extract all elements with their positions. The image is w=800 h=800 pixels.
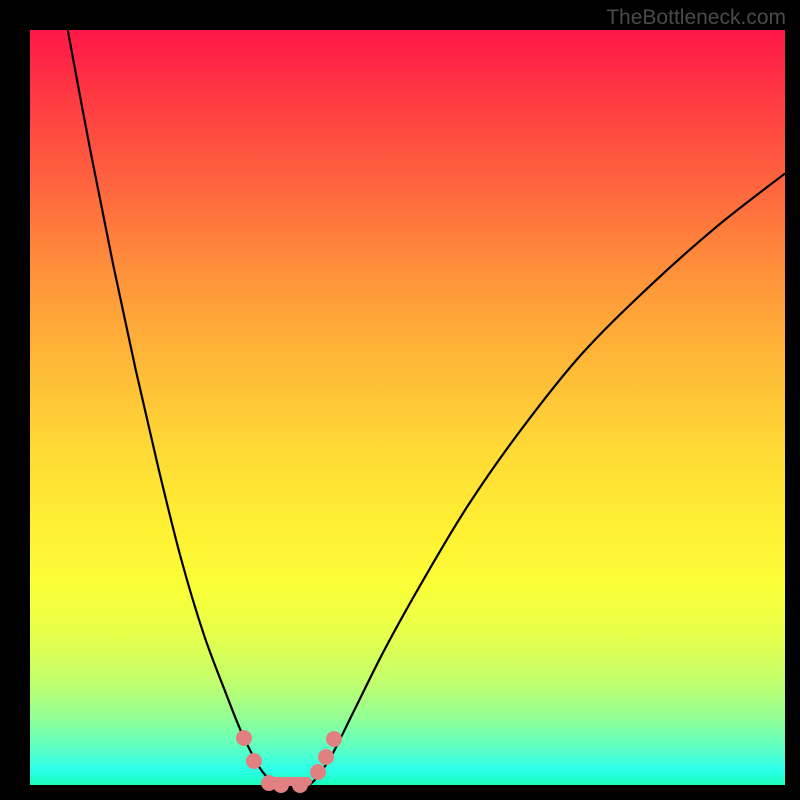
bottom-segment: [268, 777, 312, 786]
series-left-curve: [68, 30, 279, 785]
chart-plot-area: [30, 30, 785, 785]
data-marker: [310, 764, 326, 780]
data-marker: [236, 730, 252, 746]
data-marker: [318, 749, 334, 765]
data-marker: [326, 731, 342, 747]
chart-curves: [30, 30, 785, 785]
series-right-curve: [309, 173, 785, 785]
data-marker: [246, 753, 262, 769]
watermark-text: TheBottleneck.com: [606, 6, 786, 30]
